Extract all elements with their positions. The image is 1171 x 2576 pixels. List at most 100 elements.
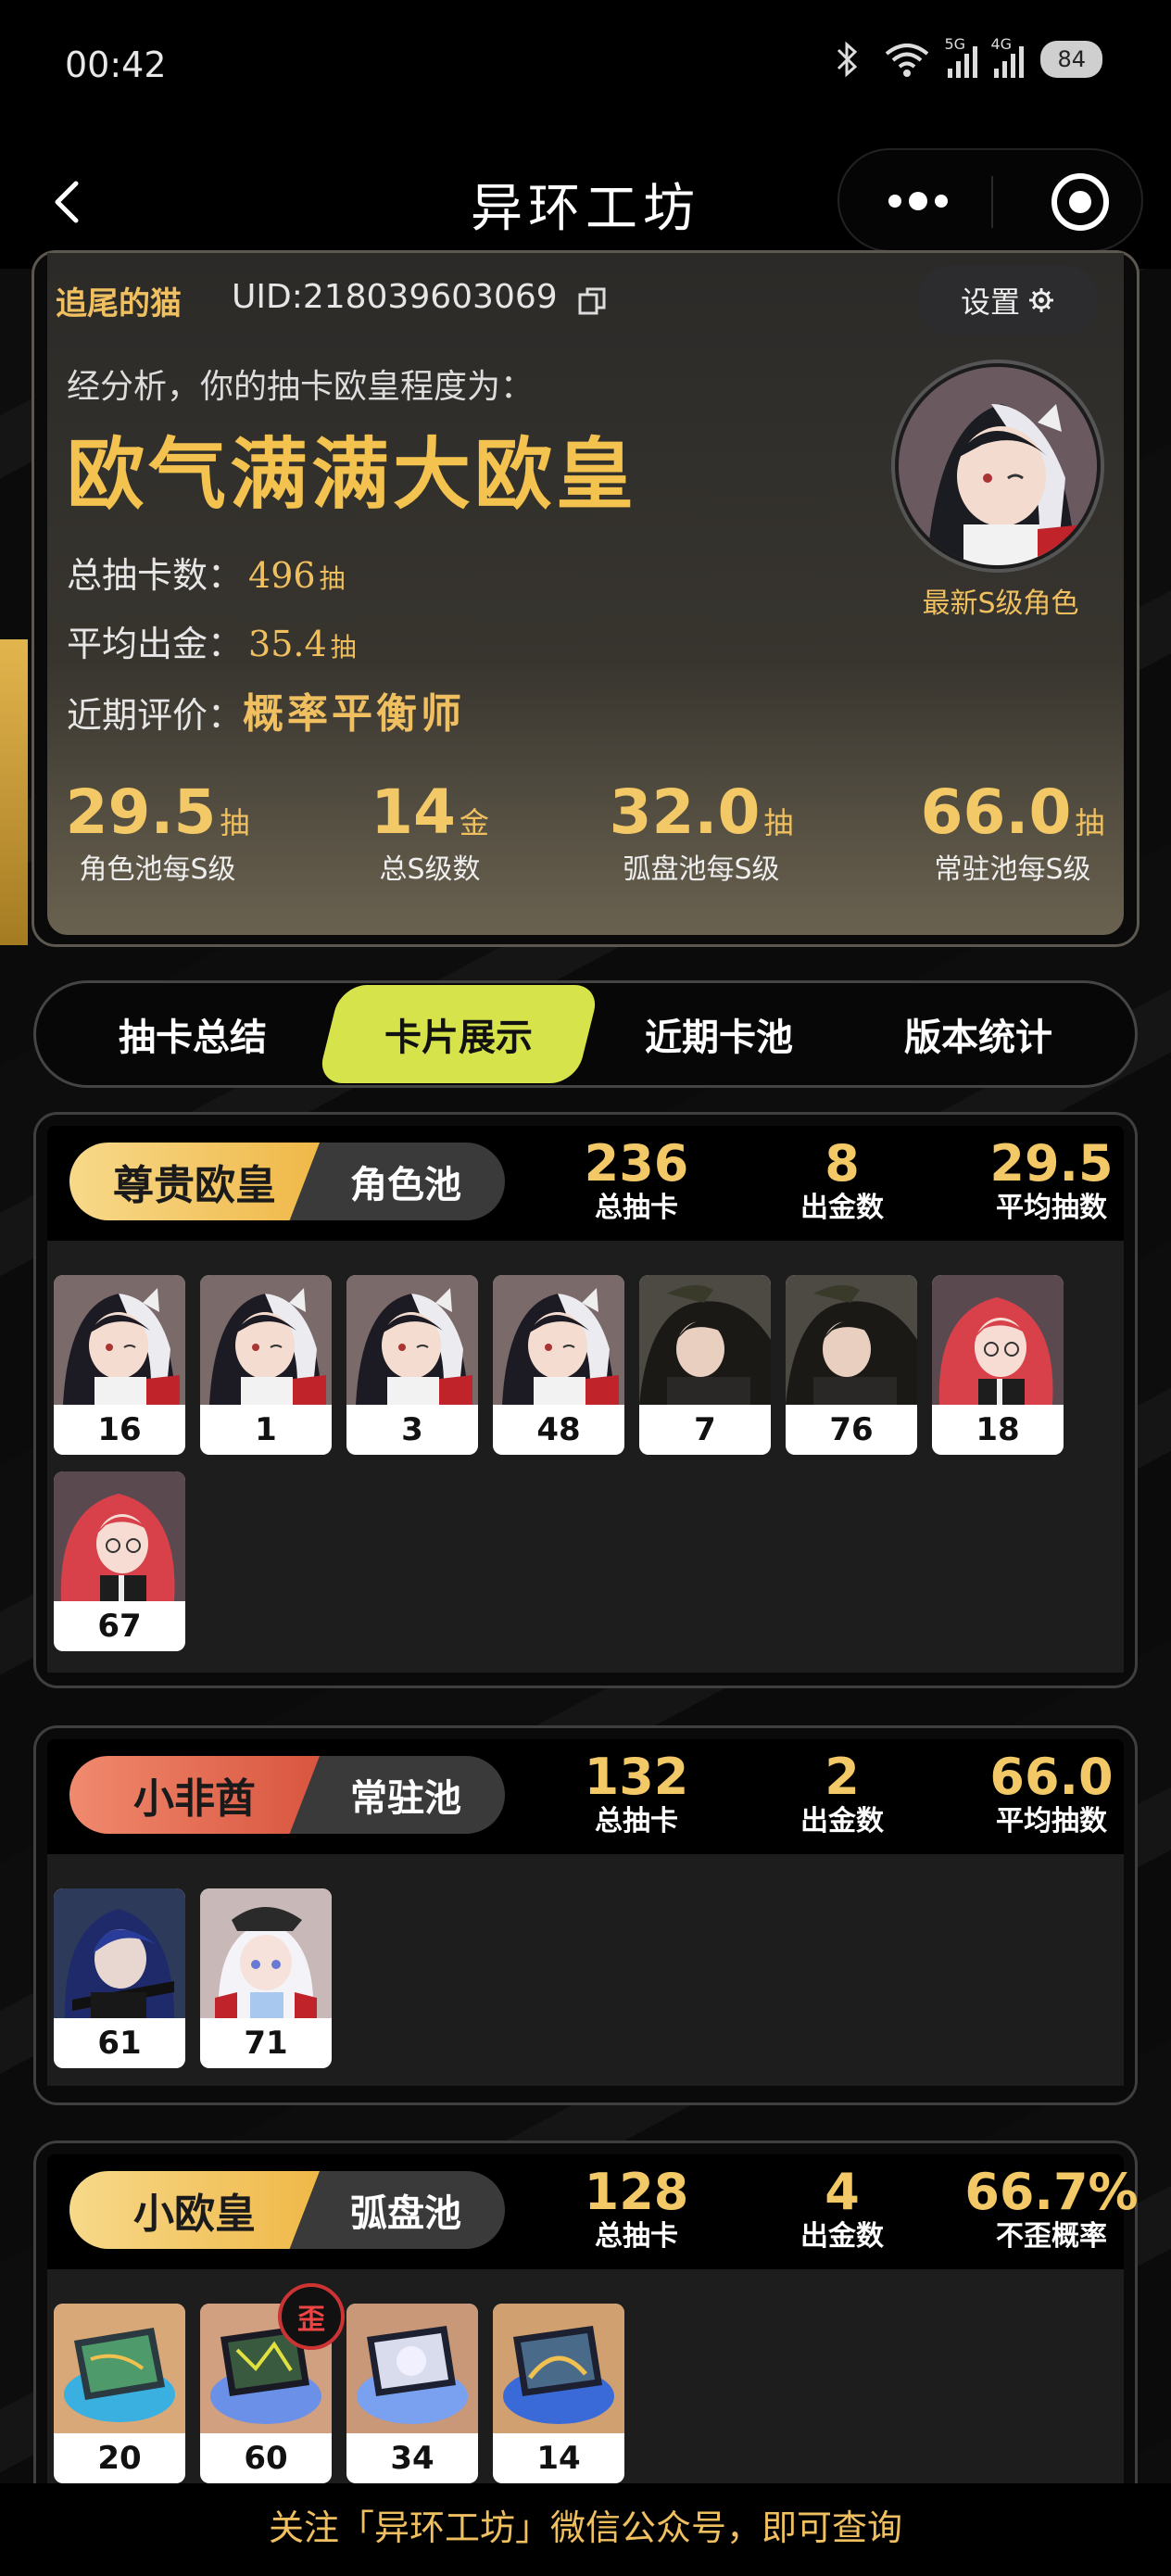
luck-rank-title: 欧气满满大欧皇 [67, 429, 638, 520]
pool-type-label: 常驻池 [288, 1756, 505, 1834]
card-art [786, 1275, 917, 1405]
player-name: 追尾的猫 [56, 285, 182, 322]
card-art [54, 1471, 185, 1601]
draw-card[interactable]: 20 [54, 2304, 185, 2483]
card-draw-count: 14 [536, 2440, 581, 2477]
card-art [54, 1275, 185, 1405]
tab-draw-summary[interactable]: 抽卡总结 [77, 983, 308, 1085]
draw-card[interactable]: 48 [493, 1275, 624, 1455]
pool-stat-avg: 66.0 平均抽数 [989, 1748, 1114, 1837]
card-art [639, 1275, 771, 1405]
pool-stat-gold: 2 出金数 [800, 1748, 884, 1837]
pool-header: 常驻池 小非酋 132 总抽卡 2 出金数 66.0 平均抽数 [47, 1739, 1124, 1854]
analysis-text: 经分析，你的抽卡欧皇程度为： [67, 368, 535, 406]
card-art [346, 2304, 478, 2433]
draw-card[interactable]: 3 [346, 1275, 478, 1455]
pool-stat-total: 128 总抽卡 [584, 2163, 689, 2253]
pool-badge: 弧盘池 小欧皇 [69, 2171, 505, 2249]
player-uid: UID:218039603069 [232, 278, 558, 316]
more-options-icon[interactable] [867, 169, 969, 234]
battery-indicator: 84 [1040, 41, 1102, 78]
recent-rating-line: 近期评价：概率平衡师 [67, 680, 465, 739]
card-draw-count: 61 [97, 2025, 142, 2062]
card-art [54, 1888, 185, 2018]
tab-recent-pools[interactable]: 近期卡池 [603, 983, 835, 1085]
pool-rank-label: 小欧皇 [69, 2171, 320, 2249]
card-art [493, 1275, 624, 1405]
card-draw-count: 7 [694, 1411, 716, 1448]
pool-badge: 常驻池 小非酋 [69, 1756, 505, 1834]
pool-type-label: 弧盘池 [288, 2171, 505, 2249]
pool-section-standard: 常驻池 小非酋 132 总抽卡 2 出金数 66.0 平均抽数 [33, 1725, 1138, 2105]
draw-card[interactable]: 61 [54, 1888, 185, 2068]
card-draw-count: 3 [401, 1411, 423, 1448]
off-banner-badge: 歪 [278, 2283, 345, 2350]
signal-5g-icon: 5G [944, 35, 978, 78]
total-draws-value: 496 [248, 555, 316, 596]
draw-card[interactable]: 14 [493, 2304, 624, 2483]
pool-stat-total: 132 总抽卡 [584, 1748, 689, 1837]
card-art [54, 2304, 185, 2433]
footer-notice: 关注「异环工坊」微信公众号，即可查询 [0, 2483, 1171, 2576]
draw-card[interactable]: 18 [932, 1275, 1064, 1455]
summary-stat-disc: 32.0 抽弧盘池每S级 [609, 777, 794, 886]
total-draws-label: 总抽卡数： [67, 555, 244, 596]
settings-label: 设置 [960, 284, 1020, 320]
pool-rank-label: 小非酋 [69, 1756, 320, 1834]
summary-stat-character: 29.5 抽角色池每S级 [65, 777, 250, 886]
status-bar: 00:42 5G 4G 84 [0, 0, 1171, 139]
card-draw-count: 18 [976, 1411, 1020, 1448]
avg-gold-unit: 抽 [330, 632, 357, 663]
avatar-caption: 最新S级角色 [922, 587, 1079, 620]
tab-version-stats[interactable]: 版本统计 [863, 983, 1094, 1085]
pool-type-label: 角色池 [288, 1143, 505, 1220]
card-draw-count: 16 [97, 1411, 142, 1448]
pool-header: 角色池 尊贵欧皇 236 总抽卡 8 出金数 29.5 平均抽数 [47, 1126, 1124, 1241]
recent-rating-label: 近期评价： [67, 695, 244, 736]
pool-rank-label: 尊贵欧皇 [69, 1143, 320, 1220]
card-draw-count: 67 [97, 1608, 142, 1645]
draw-card[interactable]: 34 [346, 2304, 478, 2483]
card-draw-count: 60 [244, 2440, 288, 2477]
copy-icon[interactable] [576, 285, 608, 317]
draw-card[interactable]: 67 [54, 1471, 185, 1651]
pool-badge: 角色池 尊贵欧皇 [69, 1143, 505, 1220]
recent-rating-value: 概率平衡师 [243, 690, 466, 738]
draw-card[interactable]: 16 [54, 1275, 185, 1455]
pool-stat-gold: 8 出金数 [800, 1134, 884, 1224]
card-draw-count: 48 [536, 1411, 581, 1448]
pool-stat-avg: 29.5 平均抽数 [989, 1134, 1114, 1224]
total-draws-unit: 抽 [319, 563, 346, 594]
avg-gold-label: 平均出金： [67, 624, 244, 664]
summary-stat-standard: 66.0 抽常驻池每S级 [920, 777, 1105, 886]
gold-accent-strip [0, 639, 28, 945]
draw-card[interactable]: 1 [200, 1275, 332, 1455]
card-art [346, 1275, 478, 1405]
close-mini-program-icon[interactable] [1047, 169, 1114, 235]
card-draw-count: 76 [829, 1411, 874, 1448]
draw-card[interactable]: 71 [200, 1888, 332, 2068]
status-time: 00:42 [65, 44, 167, 85]
mini-program-capsule [837, 148, 1143, 252]
latest-s-character-avatar[interactable] [895, 363, 1101, 569]
card-art [200, 1888, 332, 2018]
card-draw-count: 1 [255, 1411, 277, 1448]
card-art [200, 1275, 332, 1405]
card-draw-count: 34 [390, 2440, 434, 2477]
pool-stat-gold: 4 出金数 [800, 2163, 884, 2253]
card-art [932, 1275, 1064, 1405]
settings-button[interactable]: 设置 [917, 265, 1099, 335]
card-art [493, 2304, 624, 2433]
wifi-icon [886, 44, 929, 77]
signal-4g-icon: 4G [990, 35, 1025, 78]
tab-card-display[interactable]: 卡片展示 [316, 985, 601, 1083]
summary-stat-total-s: 14 金总S级数 [371, 777, 489, 886]
card-draw-count: 20 [97, 2440, 142, 2477]
nav-bar: 异环工坊 [0, 139, 1171, 269]
draw-card[interactable]: 76 [786, 1275, 917, 1455]
character-portrait [899, 367, 1097, 565]
draw-card[interactable]: 7 [639, 1275, 771, 1455]
bluetooth-icon [837, 41, 858, 78]
total-draws-line: 总抽卡数： 496 抽 [67, 547, 346, 598]
pool-stat-total: 236 总抽卡 [584, 1134, 689, 1224]
